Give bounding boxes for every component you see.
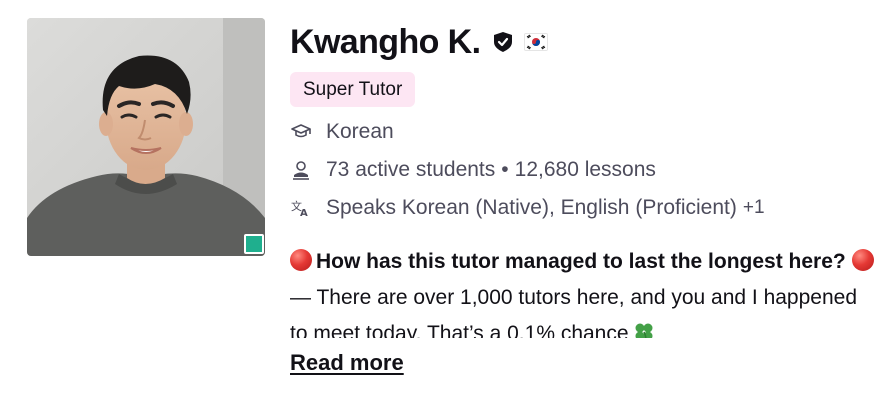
red-circle-emoji [290, 249, 312, 271]
languages-row: 文 A Speaks Korean (Native), English (Pro… [290, 189, 880, 227]
subject-row: Korean [290, 113, 880, 151]
tutor-info: Kwangho K. Super Tutor Korean 73 active … [290, 18, 880, 227]
more-languages-count[interactable]: +1 [743, 197, 765, 219]
south-korea-flag-icon[interactable] [524, 33, 549, 51]
tutor-avatar[interactable] [27, 18, 265, 256]
description-headline: How has this tutor managed to last the l… [316, 250, 846, 273]
active-students-count: 73 active students [326, 158, 496, 181]
tutor-description: How has this tutor managed to last the l… [290, 244, 880, 338]
tutor-photo-container[interactable] [27, 18, 265, 256]
red-circle-emoji [851, 249, 874, 271]
students-row: 73 active students • 12,680 lessons [290, 151, 880, 189]
read-more-link[interactable]: Read more [290, 350, 404, 376]
translate-icon: 文 A [290, 197, 312, 219]
lessons-count: 12,680 lessons [514, 158, 656, 181]
languages-spoken: Speaks Korean (Native), English (Profici… [326, 196, 737, 219]
four-leaf-clover-emoji [633, 319, 655, 338]
tutor-name-row: Kwangho K. [290, 18, 880, 66]
separator-dot: • [501, 158, 509, 181]
verified-shield-icon[interactable] [494, 32, 513, 52]
tutor-portrait-image [27, 18, 265, 256]
person-icon [290, 159, 312, 181]
tutor-name[interactable]: Kwangho K. [290, 23, 481, 62]
graduation-cap-icon [290, 121, 312, 143]
svg-text:A: A [300, 208, 308, 217]
super-tutor-badge[interactable]: Super Tutor [290, 72, 416, 107]
online-status-indicator [244, 234, 264, 254]
subject-label: Korean [326, 120, 394, 143]
description-body: — There are over 1,000 tutors here, and … [290, 286, 857, 338]
